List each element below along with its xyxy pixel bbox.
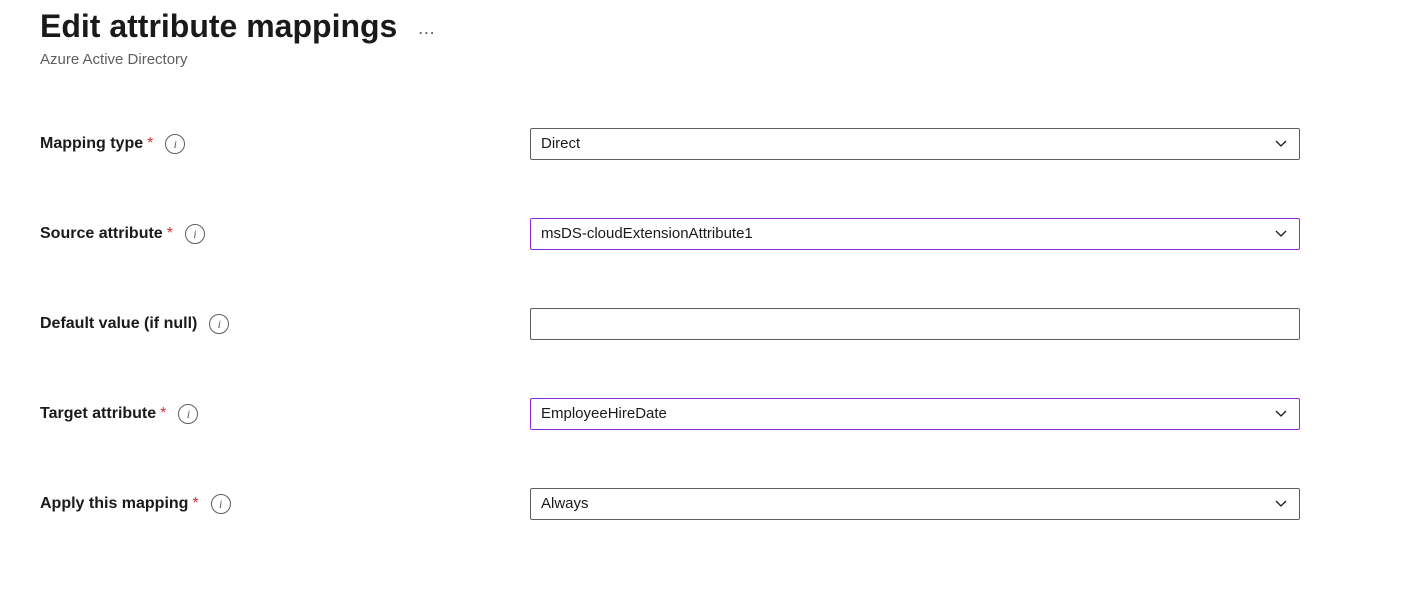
attribute-mapping-form: Mapping type * i Direct Source attribute… xyxy=(40,128,1300,520)
required-mark: * xyxy=(167,225,173,243)
page: Edit attribute mappings … Azure Active D… xyxy=(0,0,1404,610)
label-cell: Default value (if null) i xyxy=(40,314,530,334)
select-value: Direct xyxy=(541,128,580,160)
control-cell: Always xyxy=(530,488,1300,520)
row-target-attribute: Target attribute * i EmployeeHireDate xyxy=(40,398,1300,430)
chevron-down-icon xyxy=(1273,226,1289,242)
info-icon[interactable]: i xyxy=(165,134,185,154)
label-mapping-type: Mapping type xyxy=(40,135,143,153)
label-cell: Target attribute * i xyxy=(40,404,530,424)
row-apply-mapping: Apply this mapping * i Always xyxy=(40,488,1300,520)
chevron-down-icon xyxy=(1273,496,1289,512)
row-default-value: Default value (if null) i xyxy=(40,308,1300,340)
required-mark: * xyxy=(192,495,198,513)
info-icon[interactable]: i xyxy=(178,404,198,424)
label-cell: Apply this mapping * i xyxy=(40,494,530,514)
label-apply-mapping: Apply this mapping xyxy=(40,495,188,513)
label-cell: Mapping type * i xyxy=(40,134,530,154)
control-cell: EmployeeHireDate xyxy=(530,398,1300,430)
page-header: Edit attribute mappings … xyxy=(40,8,1364,45)
label-target-attribute: Target attribute xyxy=(40,405,156,423)
select-value: msDS-cloudExtensionAttribute1 xyxy=(541,218,753,250)
label-source-attribute: Source attribute xyxy=(40,225,163,243)
chevron-down-icon xyxy=(1273,406,1289,422)
info-icon[interactable]: i xyxy=(185,224,205,244)
control-cell: Direct xyxy=(530,128,1300,160)
info-icon[interactable]: i xyxy=(209,314,229,334)
default-value-input[interactable] xyxy=(530,308,1300,340)
more-actions-button[interactable]: … xyxy=(417,18,437,39)
select-value: Always xyxy=(541,488,589,520)
source-attribute-select[interactable]: msDS-cloudExtensionAttribute1 xyxy=(530,218,1300,250)
page-subtitle: Azure Active Directory xyxy=(40,51,1364,68)
required-mark: * xyxy=(147,135,153,153)
label-cell: Source attribute * i xyxy=(40,224,530,244)
label-default-value: Default value (if null) xyxy=(40,315,197,333)
apply-mapping-select[interactable]: Always xyxy=(530,488,1300,520)
required-mark: * xyxy=(160,405,166,423)
chevron-down-icon xyxy=(1273,136,1289,152)
mapping-type-select[interactable]: Direct xyxy=(530,128,1300,160)
control-cell xyxy=(530,308,1300,340)
select-value: EmployeeHireDate xyxy=(541,398,667,430)
row-mapping-type: Mapping type * i Direct xyxy=(40,128,1300,160)
info-icon[interactable]: i xyxy=(211,494,231,514)
page-title: Edit attribute mappings xyxy=(40,8,397,45)
row-source-attribute: Source attribute * i msDS-cloudExtension… xyxy=(40,218,1300,250)
target-attribute-select[interactable]: EmployeeHireDate xyxy=(530,398,1300,430)
control-cell: msDS-cloudExtensionAttribute1 xyxy=(530,218,1300,250)
